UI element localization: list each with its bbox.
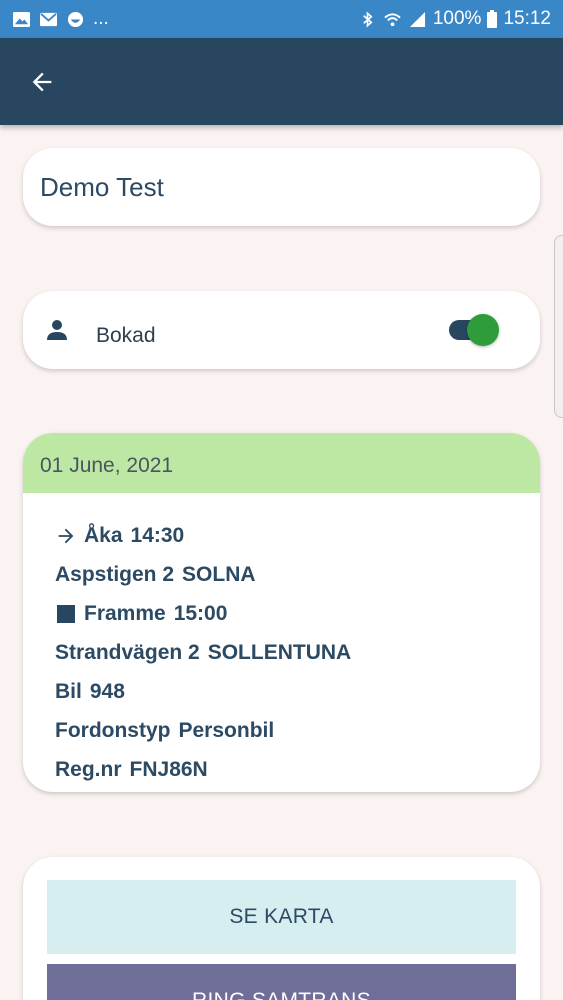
- toggle-thumb: [467, 314, 499, 346]
- trip-date-header: 01 June, 2021: [23, 433, 540, 493]
- edge-panel-handle[interactable]: [554, 235, 563, 418]
- arrival-row: Framme 15:00: [55, 602, 227, 626]
- arrival-label: Framme: [84, 602, 166, 625]
- mail-icon: [40, 12, 57, 26]
- arrow-right-icon: [58, 528, 74, 544]
- trip-details-card: 01 June, 2021 Åka 14:30 Aspstigen 2 SOLN…: [23, 433, 540, 792]
- vehicle-row: Bil 948: [55, 680, 125, 704]
- from-street: Aspstigen 2: [55, 563, 175, 586]
- app-bar: [0, 38, 563, 125]
- gallery-icon: [13, 11, 30, 27]
- from-address-row: Aspstigen 2 SOLNA: [55, 563, 256, 587]
- system-icons: 100% 15:12: [358, 8, 551, 30]
- arrival-time: 15:00: [173, 602, 228, 625]
- battery-percent: 100%: [432, 8, 482, 29]
- registration-value: FNJ86N: [129, 758, 208, 781]
- person-icon: [47, 320, 67, 340]
- to-city: SOLLENTUNA: [207, 641, 352, 664]
- wifi-icon: [384, 12, 401, 26]
- notification-icons: ...: [12, 8, 109, 30]
- booking-status-toggle[interactable]: [449, 314, 501, 346]
- see-map-button[interactable]: SE KARTA: [47, 880, 516, 954]
- square-icon: [57, 605, 75, 623]
- registration-row: Reg.nr FNJ86N: [55, 758, 208, 782]
- booking-status-label: Bokad: [96, 324, 156, 347]
- bluetooth-icon: [363, 10, 373, 28]
- to-street: Strandvägen 2: [55, 641, 200, 664]
- departure-row: Åka 14:30: [55, 524, 184, 548]
- emoji-icon: [67, 11, 84, 27]
- passenger-name-card: Demo Test: [23, 148, 540, 226]
- vehicle-type-row: Fordonstyp Personbil: [55, 719, 274, 743]
- vehicle-type-label: Fordonstyp: [55, 719, 171, 742]
- call-samtrans-button[interactable]: RING SAMTRANS: [47, 964, 516, 1000]
- departure-label: Åka: [84, 524, 123, 547]
- vehicle-label: Bil: [55, 680, 82, 703]
- clock: 15:12: [503, 8, 551, 29]
- booking-status-card: Bokad: [23, 291, 540, 369]
- actions-card: SE KARTA RING SAMTRANS: [23, 857, 540, 1000]
- overflow-indicator: ...: [93, 8, 109, 29]
- battery-icon: [487, 10, 498, 28]
- passenger-name: Demo Test: [40, 172, 164, 202]
- departure-time: 14:30: [130, 524, 185, 547]
- from-city: SOLNA: [182, 563, 256, 586]
- vehicle-type-value: Personbil: [178, 719, 275, 742]
- to-address-row: Strandvägen 2 SOLLENTUNA: [55, 641, 351, 665]
- status-bar: ... 100% 15:12: [0, 0, 563, 38]
- vehicle-number: 948: [89, 680, 125, 703]
- registration-label: Reg.nr: [55, 758, 122, 781]
- signal-icon: [409, 11, 425, 27]
- arrow-left-icon: [32, 72, 52, 92]
- trip-date: 01 June, 2021: [40, 454, 174, 477]
- back-button[interactable]: [22, 62, 62, 102]
